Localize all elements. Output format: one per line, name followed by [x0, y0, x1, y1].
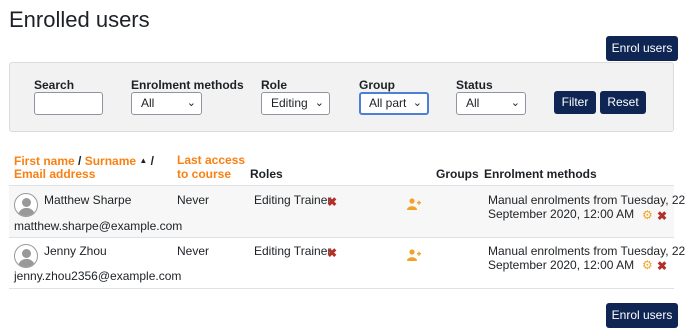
last-access: Never — [177, 244, 210, 258]
add-to-group-icon[interactable] — [407, 249, 421, 261]
user-email: jenny.zhou2356@example.com — [14, 269, 182, 283]
enrolment-methods-label: Enrolment methods — [131, 78, 244, 92]
sort-first-name-link[interactable]: First name — [14, 154, 75, 168]
search-label: Search — [34, 78, 75, 92]
status-value: All — [466, 96, 480, 110]
remove-role-icon[interactable]: ✖ — [327, 196, 337, 208]
enrolment-methods-value: All — [141, 96, 155, 110]
gear-icon[interactable]: ⚙ — [642, 209, 653, 221]
role-value: Editing — [271, 96, 308, 110]
enrol-users-button-bottom[interactable]: Enrol users — [606, 303, 678, 328]
filter-panel: Search Enrolment methods All ⌄ Role Edit… — [9, 62, 674, 132]
header-separator: / — [147, 154, 154, 168]
role-label: Role — [261, 78, 288, 92]
chevron-down-icon: ⌄ — [412, 97, 422, 109]
groups-header: Groups — [436, 167, 479, 181]
enrolment-methods-header: Enrolment methods — [484, 167, 597, 181]
group-label: Group — [359, 78, 395, 92]
enrolment-method-line1: Manual enrolments from Tuesday, 22 — [488, 193, 686, 207]
remove-role-icon[interactable]: ✖ — [327, 247, 337, 259]
status-label: Status — [456, 78, 493, 92]
add-to-group-icon[interactable] — [407, 198, 421, 210]
avatar[interactable] — [14, 193, 38, 217]
row-divider — [9, 288, 674, 289]
enrolment-method-line2: September 2020, 12:00 AM — [488, 258, 635, 272]
role-name: Editing Trainer — [254, 244, 332, 258]
role-name: Editing Trainer — [254, 193, 332, 207]
sort-email-link[interactable]: Email address — [14, 167, 95, 182]
header-separator: / — [74, 154, 85, 168]
enrol-users-button-top[interactable]: Enrol users — [606, 36, 678, 61]
enrolment-methods-select[interactable]: All ⌄ — [131, 92, 202, 115]
gear-icon[interactable]: ⚙ — [642, 259, 653, 271]
user-email: matthew.sharpe@example.com — [14, 219, 183, 233]
enrolment-method-line1: Manual enrolments from Tuesday, 22 — [488, 244, 686, 258]
chevron-down-icon: ⌄ — [510, 97, 520, 109]
sort-last-access-link-line2[interactable]: to course — [177, 167, 231, 182]
sort-last-access-link-line1[interactable]: Last access — [177, 153, 245, 168]
user-name-link[interactable]: Jenny Zhou — [44, 244, 107, 259]
last-access: Never — [177, 193, 210, 207]
sort-surname-link[interactable]: Surname — [85, 154, 136, 168]
chevron-down-icon: ⌄ — [314, 97, 324, 109]
row-divider — [9, 237, 674, 238]
filter-button[interactable]: Filter — [554, 91, 596, 114]
remove-enrolment-icon[interactable]: ✖ — [657, 210, 667, 222]
remove-enrolment-icon[interactable]: ✖ — [657, 260, 667, 272]
group-value: All part — [369, 96, 407, 110]
chevron-down-icon: ⌄ — [186, 97, 196, 109]
avatar[interactable] — [14, 244, 38, 268]
reset-button[interactable]: Reset — [600, 91, 646, 114]
search-input[interactable] — [34, 92, 103, 115]
enrolment-method-line2: September 2020, 12:00 AM — [488, 207, 635, 221]
roles-header: Roles — [250, 167, 283, 181]
role-select[interactable]: Editing ⌄ — [261, 92, 330, 115]
user-name-link[interactable]: Matthew Sharpe — [44, 193, 131, 208]
page-title: Enrolled users — [9, 7, 150, 32]
group-select[interactable]: All part ⌄ — [359, 92, 429, 115]
status-select[interactable]: All ⌄ — [456, 92, 526, 115]
